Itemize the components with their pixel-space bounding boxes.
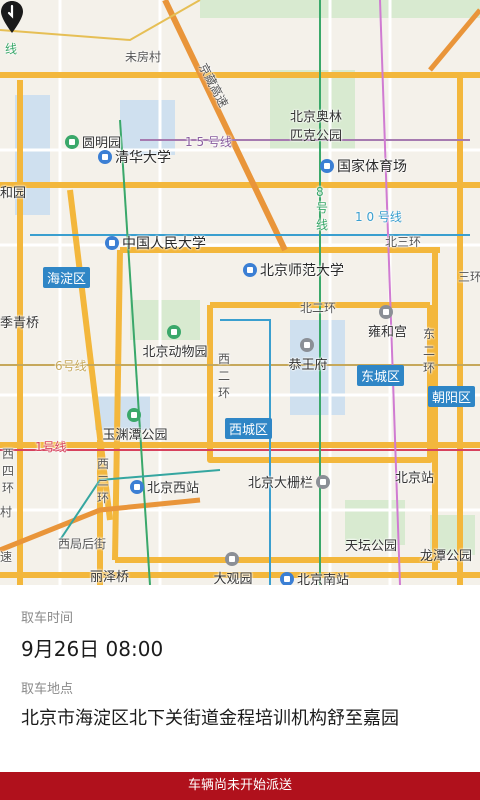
map-label-sanhuan-right: 三环 xyxy=(458,270,480,284)
district-chaoyang[interactable]: 朝阳区 xyxy=(428,386,476,407)
district-xicheng[interactable]: 西城区 xyxy=(225,418,273,439)
location-pin-icon[interactable] xyxy=(0,0,24,34)
park-icon xyxy=(65,135,79,149)
landmark-icon xyxy=(316,475,331,489)
pickup-info-panel: 取车时间 9月26日 08:00 取车地点 北京市海淀区北下关街道金程培训机构舒… xyxy=(0,585,480,772)
temple-icon xyxy=(379,305,393,319)
university-icon xyxy=(98,150,112,164)
map-label-sijiqing: 季青桥 xyxy=(0,316,40,331)
panda-icon xyxy=(166,325,181,339)
map-label-line8: 8号线 xyxy=(316,185,329,232)
map-label-olympic: 北京奥林匹克公园 xyxy=(290,110,343,144)
map-label-su: 速 xyxy=(0,550,13,564)
train-station-icon xyxy=(130,480,144,494)
map-label-zoo: 北京动物园 xyxy=(135,325,215,360)
map-label-south-station: 北京南站 xyxy=(280,569,349,585)
map-label-yuyuantan: 玉渊潭公园 xyxy=(95,408,175,443)
pickup-time-value: 9月26日 08:00 xyxy=(21,637,164,661)
map-canvas xyxy=(0,0,480,585)
map-label-yonghegong: 雍和宫 xyxy=(365,305,410,340)
map-label-line6: 6号线 xyxy=(55,359,87,373)
map-label-hepingyuan: 和园 xyxy=(0,186,27,201)
map-label-weifang: 未房村 xyxy=(125,50,162,64)
map-label-xiju: 西局后街 xyxy=(58,537,107,551)
map-label-xisanhuan: 西三环 xyxy=(97,457,110,505)
university-icon xyxy=(243,263,257,277)
map-label-tsinghua: 清华大学 xyxy=(98,147,171,167)
pickup-place-value: 北京市海淀区北下关街道金程培训机构舒至嘉园 xyxy=(21,708,399,729)
delivery-status-banner: 车辆尚未开始派送 xyxy=(0,772,480,800)
map-label-line15: 1 5 号线 xyxy=(185,135,232,149)
status-bar xyxy=(0,0,480,26)
stadium-icon xyxy=(320,159,334,173)
map-label-xisihuan: 西四环 xyxy=(2,447,15,495)
map-label-beisanhuan: 北三环 xyxy=(385,235,422,249)
map-label-tiantan: 天坛公园 xyxy=(345,539,398,554)
expressway xyxy=(162,0,288,252)
map-label-xierhuan: 西二环 xyxy=(218,352,231,400)
map-label-longtan: 龙潭公园 xyxy=(420,549,473,564)
park-icon xyxy=(126,408,141,422)
map-label-line-left: 线 xyxy=(5,42,18,56)
map-label-stadium: 国家体育场 xyxy=(320,156,407,176)
train-station-icon xyxy=(280,572,294,585)
university-icon xyxy=(105,236,119,250)
map-label-dashilan: 北京大栅栏 xyxy=(248,472,333,491)
pickup-place-caption: 取车地点 xyxy=(21,682,74,697)
map-label-lize: 丽泽桥 xyxy=(90,570,130,585)
garden-icon xyxy=(224,552,239,566)
map-label-dongerhuan: 东二环 xyxy=(423,327,436,375)
map-view[interactable]: 未房村 京藏高速 北京奥林匹克公园 圆明园 清华大学 1 5 号线 和园 国家体… xyxy=(0,0,480,585)
district-dongcheng[interactable]: 东城区 xyxy=(357,365,405,386)
map-label-bnu: 北京师范大学 xyxy=(243,260,344,280)
district-haidian[interactable]: 海淀区 xyxy=(43,267,91,288)
map-label-cun: 村 xyxy=(0,505,13,519)
map-label-bjstation: 北京站 xyxy=(395,471,435,486)
pickup-time-caption: 取车时间 xyxy=(21,611,74,626)
map-label-west-station: 北京西站 xyxy=(130,477,199,496)
map-label-renmin: 中国人民大学 xyxy=(105,233,206,253)
map-label-daguanyuan: 大观园 xyxy=(208,552,258,585)
palace-icon xyxy=(299,338,314,352)
map-label-gongwangfu: 恭王府 xyxy=(283,338,333,373)
map-label-line10: 1 0 号线 xyxy=(355,210,402,224)
map-label-line1: 1号线 xyxy=(35,440,67,454)
map-label-beierhuan: 北二环 xyxy=(300,301,337,315)
